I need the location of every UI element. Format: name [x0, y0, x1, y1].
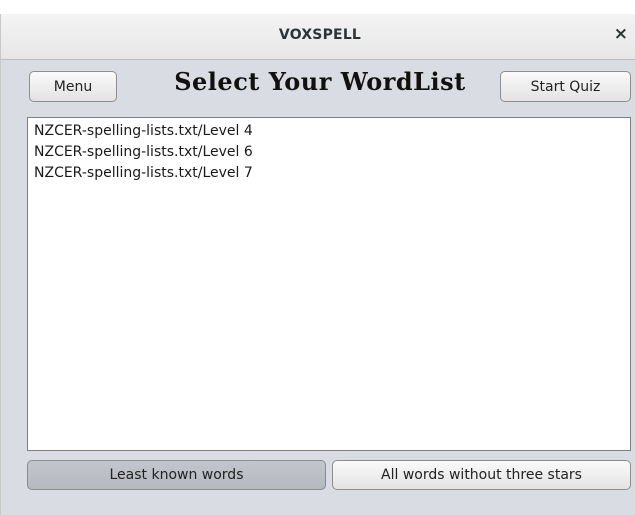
window-title: VOXSPELL [278, 27, 362, 43]
start-quiz-button[interactable]: Start Quiz [500, 71, 631, 102]
list-item[interactable]: NZCER-spelling-lists.txt/Level 7 [28, 163, 630, 184]
list-item[interactable]: NZCER-spelling-lists.txt/Level 6 [28, 142, 630, 163]
menu-button[interactable]: Menu [29, 71, 117, 102]
all-words-without-three-stars-button[interactable]: All words without three stars [332, 460, 631, 490]
least-known-words-button[interactable]: Least known words [27, 460, 326, 490]
list-item[interactable]: NZCER-spelling-lists.txt/Level 4 [28, 121, 630, 142]
title-bar: VOXSPELL × [1, 14, 635, 60]
wordlist-list[interactable]: NZCER-spelling-lists.txt/Level 4 NZCER-s… [27, 117, 631, 451]
close-icon[interactable]: × [614, 24, 628, 44]
page-title: Select Your WordList [174, 67, 466, 96]
